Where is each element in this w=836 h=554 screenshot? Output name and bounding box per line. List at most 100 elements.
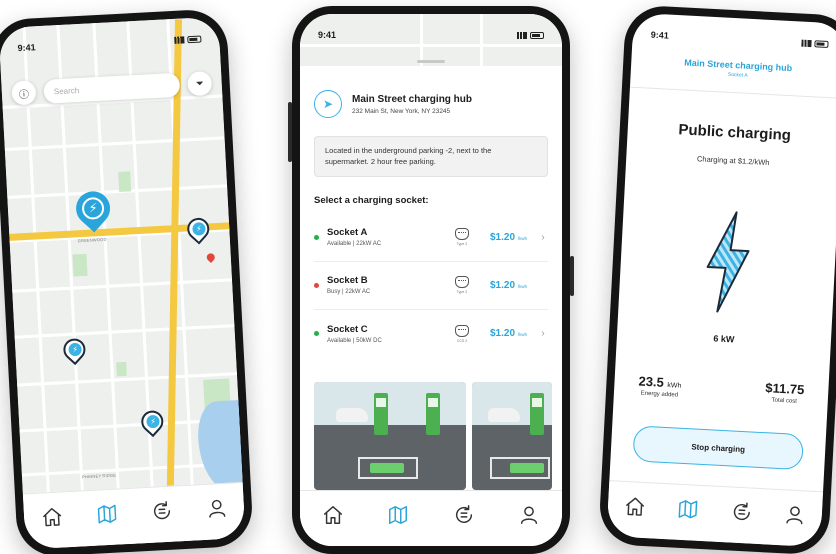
charger-pin[interactable]: ⚡ — [58, 334, 90, 366]
plug-type: CCS 2 — [448, 324, 476, 343]
signal-icon — [517, 31, 527, 39]
socket-row-b[interactable]: Socket B Busy | 22kW AC Type 2 $1.20 /kw… — [314, 262, 548, 310]
chevron-right-icon: › — [541, 231, 545, 243]
user-icon — [786, 505, 803, 524]
history-icon — [153, 500, 170, 519]
energy-unit: kWh — [667, 382, 682, 390]
bolt-icon: ⚡ — [67, 342, 82, 357]
plug-label: Type 2 — [456, 242, 468, 246]
cost-value: $11.75 — [764, 380, 805, 398]
socket-status: Available | 22kW AC — [327, 241, 382, 247]
hub-address: 232 Main St, New York, NY 23245 — [352, 107, 451, 115]
status-icons — [517, 31, 544, 39]
tab-bar — [22, 481, 246, 550]
phone-charging-screen: 9:41 Main Street charging hub Socket A P… — [598, 4, 836, 554]
signal-icon — [174, 35, 185, 44]
plug-type: Type 2 — [448, 228, 476, 246]
socket-list: Socket A Available | 22kW AC Type 2 $1.2… — [314, 214, 548, 358]
location-note: Located in the underground parking -2, n… — [314, 136, 548, 177]
home-icon — [42, 507, 61, 526]
bolt-icon: ⚡ — [191, 222, 206, 236]
station-photo[interactable] — [472, 382, 552, 490]
socket-name: Socket B — [327, 275, 368, 286]
tab-map[interactable] — [675, 495, 702, 522]
station-photo[interactable] — [314, 382, 466, 490]
filter-button[interactable]: ⏷ — [187, 71, 213, 97]
charging-stats: 23.5 kWh Energy added $11.75 Total cost — [638, 374, 805, 406]
navigate-button[interactable]: ➤ — [314, 90, 342, 118]
socket-section-title: Select a charging socket: — [314, 194, 429, 206]
map-icon — [97, 504, 116, 524]
energy-label: Energy added — [640, 390, 679, 399]
energy-added-stat: 23.5 kWh Energy added — [638, 374, 682, 399]
total-cost-stat: $11.75 Total cost — [765, 380, 805, 405]
chevron-right-icon: › — [541, 328, 545, 339]
info-button[interactable]: ⓘ — [11, 80, 37, 106]
history-icon — [455, 504, 472, 523]
hub-title: Main Street charging hub — [352, 93, 473, 105]
tab-profile[interactable] — [781, 501, 808, 528]
map-label-greenwood: GREENWOOD — [77, 236, 107, 244]
tab-bar — [606, 480, 824, 548]
status-time: 9:41 — [650, 29, 669, 41]
battery-icon — [187, 35, 202, 43]
charging-header: Main Street charging hub Socket A — [631, 55, 836, 84]
socket-name: Socket A — [327, 227, 368, 238]
status-bar: 9:41 — [650, 28, 829, 51]
header-divider — [629, 86, 836, 99]
plug-label: Type 2 — [456, 290, 468, 294]
charger-pin[interactable]: ⚡ — [182, 213, 214, 245]
battery-icon — [530, 31, 544, 39]
history-icon — [733, 501, 750, 520]
station-photos[interactable] — [314, 382, 562, 490]
station-details-sheet: ➤ Main Street charging hub 232 Main St, … — [300, 66, 562, 490]
charger-pin[interactable]: ⚡ — [136, 406, 168, 438]
status-dot-busy — [314, 282, 319, 288]
socket-row-a[interactable]: Socket A Available | 22kW AC Type 2 $1.2… — [314, 214, 548, 262]
tab-map[interactable] — [93, 500, 120, 527]
plug-label: CCS 2 — [456, 338, 468, 343]
tab-home[interactable] — [621, 492, 648, 519]
charging-screen: 9:41 Main Street charging hub Socket A P… — [606, 12, 836, 548]
bolt-icon: ⚡ — [81, 196, 105, 220]
tab-home[interactable] — [38, 503, 65, 530]
charging-rate: Charging at $1.2/kWh — [696, 154, 770, 168]
socket-status: Available | 50kW DC — [327, 337, 382, 344]
plug-icon — [455, 276, 469, 288]
hub-header: ➤ Main Street charging hub 232 Main St, … — [314, 90, 548, 118]
tab-history[interactable] — [728, 498, 755, 525]
tab-history[interactable] — [451, 502, 477, 528]
charging-power: 6 kW — [713, 333, 735, 345]
user-icon — [521, 505, 538, 524]
tab-map[interactable] — [385, 502, 411, 528]
station-screen: 9:41 ➤ Main Street charging hub 232 Main… — [300, 14, 562, 546]
tab-profile[interactable] — [203, 494, 230, 521]
socket-price: $1.20 /kwh — [490, 279, 528, 291]
bolt-icon: ⚡ — [145, 414, 160, 429]
plug-type: Type 2 — [448, 276, 476, 294]
stop-charging-button[interactable]: Stop charging — [632, 425, 805, 471]
info-icon: ⓘ — [18, 89, 30, 101]
cost-label: Total cost — [771, 397, 798, 405]
tab-profile[interactable] — [516, 502, 542, 528]
status-dot-available — [314, 234, 319, 240]
tab-history[interactable] — [148, 497, 175, 524]
phone-map-screen: GREENWOOD PHINNEY RIDGE ⚡ ⚡ ⚡ ⚡ 9:41 ⓘ S… — [0, 8, 254, 554]
status-icons — [174, 35, 202, 44]
socket-price: $1.20 /kwh — [490, 328, 528, 339]
sheet-drag-handle[interactable] — [417, 60, 445, 63]
map-icon — [678, 499, 698, 518]
status-time: 9:41 — [318, 30, 337, 40]
navigation-arrow-icon: ➤ — [322, 97, 334, 111]
tab-home[interactable] — [320, 502, 346, 528]
socket-name: Socket C — [327, 323, 368, 335]
status-time: 9:41 — [17, 42, 36, 54]
status-bar: 9:41 — [318, 28, 544, 42]
home-icon — [625, 497, 644, 516]
map-label-phinney-ridge: PHINNEY RIDGE — [81, 472, 117, 480]
socket-row-c[interactable]: Socket C Available | 50kW DC CCS 2 $1.20… — [314, 310, 548, 358]
plug-icon — [455, 324, 469, 337]
charging-title: Public charging — [678, 121, 792, 145]
tab-bar — [300, 490, 562, 546]
signal-icon — [801, 39, 812, 47]
